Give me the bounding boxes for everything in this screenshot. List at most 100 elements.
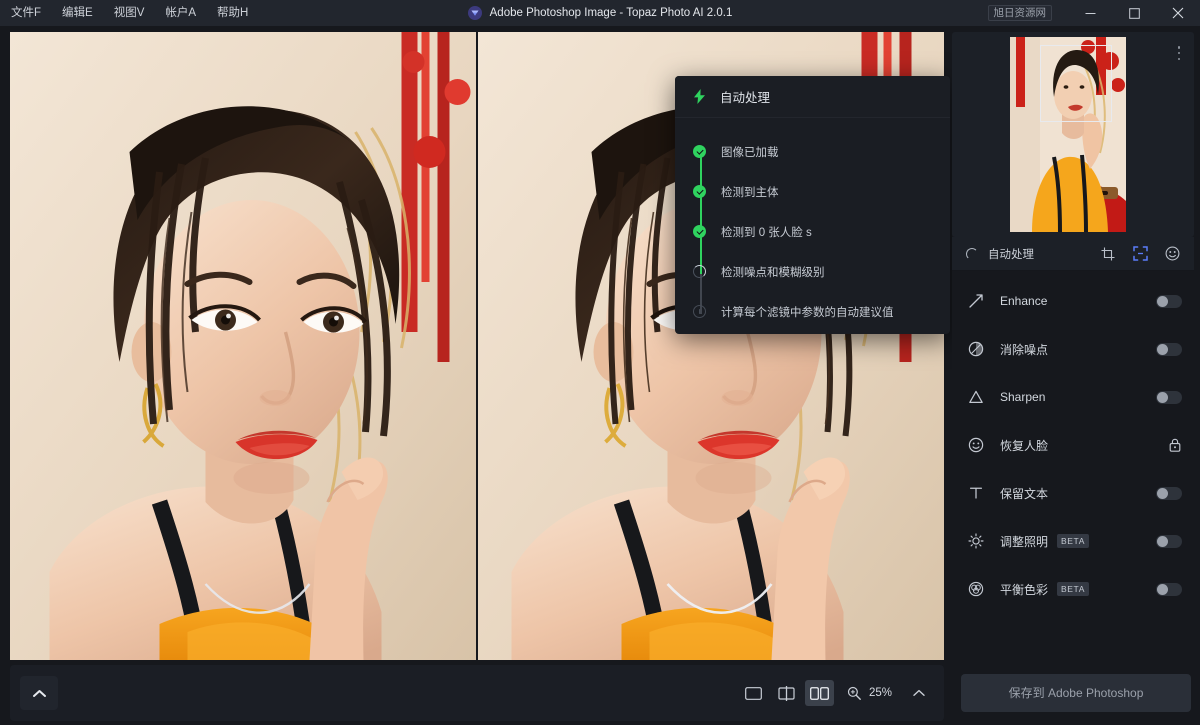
step-status-pending-icon bbox=[693, 305, 707, 319]
lightning-bolt-icon bbox=[694, 89, 705, 104]
close-icon bbox=[1172, 7, 1184, 19]
step-status-running-icon bbox=[693, 265, 707, 279]
filter-adjust-lighting[interactable]: 调整照明 BETA bbox=[952, 517, 1200, 565]
view-side-by-side-button[interactable] bbox=[805, 680, 834, 706]
autopilot-header: 自动处理 bbox=[952, 237, 1194, 271]
filter-label: 保留文本 bbox=[1000, 486, 1049, 501]
filter-label: Sharpen bbox=[1000, 390, 1046, 404]
chevron-up-icon bbox=[913, 689, 925, 696]
filter-enhance[interactable]: Enhance bbox=[952, 277, 1200, 325]
view-split-button[interactable] bbox=[772, 680, 801, 706]
chevron-up-icon bbox=[32, 689, 46, 697]
enhance-arrow-icon bbox=[966, 293, 986, 309]
menu-file[interactable]: 文件F bbox=[9, 0, 43, 26]
autopilot-actions bbox=[1100, 246, 1180, 262]
progress-step: 检测到主体 bbox=[675, 172, 950, 212]
zoom-dropdown-button[interactable] bbox=[906, 680, 932, 706]
menu-account[interactable]: 帐户A bbox=[163, 0, 198, 26]
beta-badge: BETA bbox=[1057, 534, 1089, 548]
window-title: Adobe Photoshop Image - Topaz Photo AI 2… bbox=[489, 7, 733, 19]
thumbnail-image bbox=[1010, 37, 1126, 232]
minimize-icon bbox=[1085, 12, 1095, 14]
filter-denoise-toggle[interactable] bbox=[1156, 342, 1182, 356]
step-label: 图像已加载 bbox=[721, 147, 779, 159]
filter-adjust-lighting-toggle[interactable] bbox=[1156, 534, 1182, 548]
step-label: 检测噪点和模糊级别 bbox=[721, 267, 825, 279]
filter-list: Enhance 消除噪点 Sharpen 恢复人脸 保留文本 调整照明 BETA… bbox=[952, 271, 1200, 613]
crop-icon bbox=[1101, 247, 1115, 260]
right-sidebar: 自动处理 Enhance 消除噪点 Sharpen 恢复人脸 保留文本 调整照明… bbox=[952, 26, 1200, 660]
filter-label: 消除噪点 bbox=[1000, 342, 1049, 357]
face-detect-icon bbox=[1165, 246, 1179, 261]
image-pane-original[interactable] bbox=[10, 32, 476, 660]
filter-balance-color[interactable]: 平衡色彩 BETA bbox=[952, 565, 1200, 613]
autopilot-progress-panel: 自动处理 图像已加载 检测到主体 检测到 0 张人脸 s 检测噪点和模糊级别 计… bbox=[675, 76, 950, 334]
menu-help[interactable]: 帮助H bbox=[215, 0, 250, 26]
navigator-thumbnail bbox=[1010, 37, 1126, 232]
filter-denoise[interactable]: 消除噪点 bbox=[952, 325, 1200, 373]
bottom-toolbar: 25% bbox=[0, 660, 952, 725]
title-bar: 文件F 编辑E 视图V 帐户A 帮助H Adobe Photoshop Imag… bbox=[0, 0, 1200, 26]
filter-preserve-text-toggle[interactable] bbox=[1156, 486, 1182, 500]
color-balance-icon bbox=[966, 581, 986, 597]
autopilot-label: 自动处理 bbox=[988, 248, 1034, 261]
filter-enhance-toggle[interactable] bbox=[1156, 294, 1182, 308]
bottom-toolbar-surface: 25% bbox=[10, 665, 944, 721]
filter-sharpen[interactable]: Sharpen bbox=[952, 373, 1200, 421]
filter-label: 恢复人脸 bbox=[1000, 438, 1049, 453]
topaz-logo-icon bbox=[467, 6, 482, 20]
single-view-icon bbox=[745, 686, 762, 700]
face-recovery-icon bbox=[966, 437, 986, 453]
filter-preserve-text[interactable]: 保留文本 bbox=[952, 469, 1200, 517]
fit-to-screen-icon bbox=[1132, 246, 1148, 261]
save-area: 保存到 Adobe Photoshop bbox=[952, 660, 1200, 725]
loading-spinner-icon bbox=[966, 247, 978, 260]
progress-panel-header: 自动处理 bbox=[675, 76, 950, 118]
progress-step: 检测噪点和模糊级别 bbox=[675, 252, 950, 292]
navigator-panel[interactable] bbox=[952, 32, 1194, 237]
beta-badge: BETA bbox=[1057, 582, 1089, 596]
step-status-done-icon bbox=[693, 145, 707, 159]
filter-sharpen-toggle[interactable] bbox=[1156, 390, 1182, 404]
window-controls: 旭日资源网 bbox=[987, 0, 1200, 26]
side-by-side-view-icon bbox=[810, 686, 829, 700]
more-options-icon[interactable] bbox=[1172, 44, 1186, 62]
fit-to-screen-button[interactable] bbox=[1132, 246, 1148, 262]
zoom-button[interactable] bbox=[846, 685, 862, 701]
step-label: 检测到 0 张人脸 s bbox=[721, 227, 812, 239]
filter-face-recovery-lock[interactable] bbox=[1168, 437, 1182, 453]
progress-step-list: 图像已加载 检测到主体 检测到 0 张人脸 s 检测噪点和模糊级别 计算每个滤镜… bbox=[675, 118, 950, 334]
magnifier-icon bbox=[847, 686, 861, 700]
zoom-level-label: 25% bbox=[869, 687, 893, 699]
filter-balance-color-toggle[interactable] bbox=[1156, 582, 1182, 596]
minimize-button[interactable] bbox=[1068, 0, 1112, 26]
progress-step: 图像已加载 bbox=[675, 132, 950, 172]
close-button[interactable] bbox=[1156, 0, 1200, 26]
collapse-filmstrip-button[interactable] bbox=[20, 676, 58, 710]
view-mode-tools: 25% bbox=[739, 677, 932, 709]
menu-bar: 文件F 编辑E 视图V 帐户A 帮助H bbox=[0, 0, 250, 26]
original-photo bbox=[10, 32, 476, 660]
lighting-sun-icon bbox=[966, 533, 986, 549]
denoise-circle-icon bbox=[966, 341, 986, 357]
maximize-button[interactable] bbox=[1112, 0, 1156, 26]
menu-edit[interactable]: 编辑E bbox=[60, 0, 95, 26]
menu-view[interactable]: 视图V bbox=[112, 0, 147, 26]
crop-button[interactable] bbox=[1100, 246, 1116, 262]
save-to-photoshop-button[interactable]: 保存到 Adobe Photoshop bbox=[961, 673, 1191, 712]
filter-label: Enhance bbox=[1000, 294, 1048, 308]
zoom-control: 25% bbox=[846, 680, 932, 706]
step-status-done-icon bbox=[693, 225, 707, 239]
split-view-icon bbox=[778, 685, 795, 701]
text-preserve-icon bbox=[966, 485, 986, 501]
step-label: 计算每个滤镜中参数的自动建议值 bbox=[721, 307, 894, 319]
view-single-button[interactable] bbox=[739, 680, 768, 706]
progress-step: 检测到 0 张人脸 s bbox=[675, 212, 950, 252]
face-detect-button[interactable] bbox=[1164, 246, 1180, 262]
lock-icon bbox=[1169, 438, 1181, 452]
step-status-done-icon bbox=[693, 185, 707, 199]
filter-face-recovery[interactable]: 恢复人脸 bbox=[952, 421, 1200, 469]
watermark-badge[interactable]: 旭日资源网 bbox=[987, 4, 1052, 22]
filter-label: 平衡色彩 bbox=[1000, 582, 1049, 597]
maximize-icon bbox=[1128, 7, 1140, 19]
